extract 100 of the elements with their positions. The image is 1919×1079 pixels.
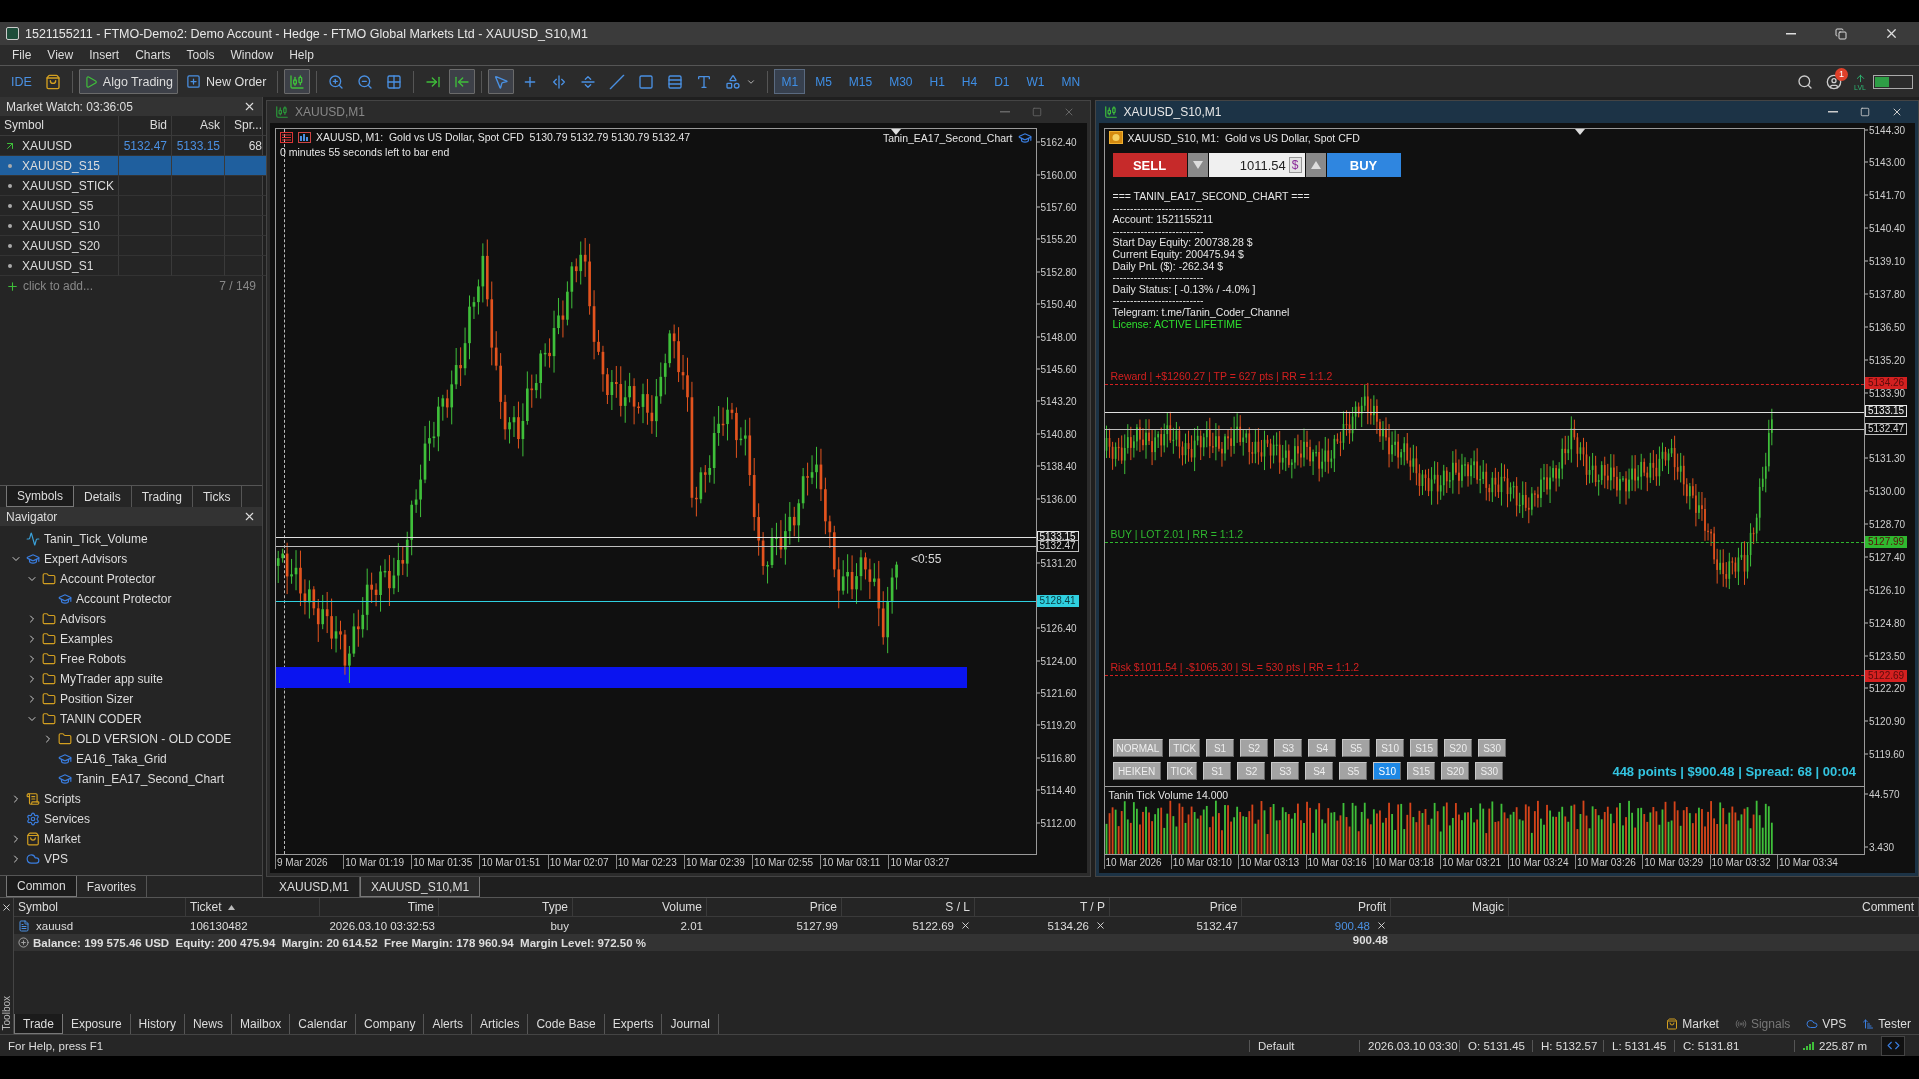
- timeframe-button[interactable]: M5: [808, 69, 839, 94]
- column-header[interactable]: Price: [1110, 898, 1242, 917]
- symbol-cell[interactable]: XAUUSD_S10: [0, 216, 120, 236]
- menu-item[interactable]: View: [39, 48, 82, 62]
- buy-button[interactable]: BUY: [1326, 153, 1401, 177]
- table-cell-text: 5132.47: [1195, 918, 1239, 934]
- time-axis-label: 10 Mar 03:29: [1642, 855, 1710, 869]
- column-header[interactable]: Ticket: [186, 898, 320, 917]
- time-axis-label: 10 Mar 01:51: [479, 855, 548, 869]
- timeframe-button[interactable]: H4: [954, 69, 985, 94]
- column-header[interactable]: Ask: [172, 116, 226, 136]
- time-axis-label: 10 Mar 2026: [1103, 855, 1171, 869]
- time-axis-label: 10 Mar 03:18: [1372, 855, 1441, 869]
- tree-item[interactable]: TANIN CODER: [60, 712, 142, 726]
- status-text: H: 5132.57: [1532, 1039, 1604, 1052]
- menu-item[interactable]: Insert: [81, 48, 128, 62]
- menu-item[interactable]: Help: [281, 48, 322, 62]
- price-axis-label: 5137.80: [1865, 288, 1906, 300]
- timeframe-button[interactable]: M15: [841, 69, 880, 94]
- tree-item[interactable]: Free Robots: [60, 652, 127, 666]
- menu-item[interactable]: Charts: [127, 48, 179, 62]
- price-axis-label: 5136.00: [1036, 493, 1077, 505]
- column-header[interactable]: Bid: [119, 116, 173, 136]
- chart-info: XAUUSD, M1: Gold vs US Dollar, Spot CFD 5130.79 5132.79 5130.79 5132.47: [316, 131, 691, 143]
- column-header[interactable]: Volume: [573, 898, 707, 917]
- timeframe-button[interactable]: H1: [922, 69, 952, 94]
- column-header[interactable]: Type: [439, 898, 573, 917]
- price-tag: 5132.47: [1036, 540, 1079, 553]
- tree-item[interactable]: Tanin_EA17_Second_Chart: [76, 772, 225, 786]
- lot-input[interactable]: 1011.54: [1225, 157, 1286, 173]
- toolbox-tab[interactable]: Trade: [14, 1014, 63, 1034]
- dashboard-text: === TANIN_EA17_SECOND_CHART ===: [1112, 191, 1310, 203]
- tree-item[interactable]: Services: [44, 812, 90, 826]
- tree-item[interactable]: Scripts: [44, 792, 81, 806]
- column-header[interactable]: Profit: [1242, 898, 1391, 917]
- algo-trading-button[interactable]: Algo Trading: [78, 69, 179, 94]
- symbol-cell[interactable]: XAUUSD_S15: [0, 156, 120, 176]
- price-tag: 5132.47: [1865, 422, 1908, 435]
- timeframe-button[interactable]: D1: [987, 69, 1017, 94]
- timeframe-button[interactable]: S10: [1373, 762, 1402, 780]
- tree-item[interactable]: MyTrader app suite: [60, 672, 163, 686]
- tree-item[interactable]: Examples: [60, 632, 113, 646]
- price-axis-label: 5127.40: [1865, 551, 1906, 563]
- column-header[interactable]: Magic: [1391, 898, 1509, 917]
- toolbox-link[interactable]: Tester: [1854, 1014, 1919, 1034]
- column-header[interactable]: Time: [320, 898, 439, 917]
- price-axis-label: 5148.00: [1036, 331, 1077, 343]
- column-header[interactable]: T / P: [975, 898, 1110, 917]
- panel-tab[interactable]: Symbols: [6, 486, 74, 507]
- indicator-axis-label: 3.430: [1865, 841, 1895, 853]
- column-header[interactable]: Price: [707, 898, 842, 917]
- new-order-button[interactable]: New Order: [181, 69, 272, 94]
- tree-item[interactable]: Expert Advisors: [44, 552, 128, 566]
- price-axis-label: 5112.00: [1036, 817, 1076, 829]
- toolbox-label: Toolbox: [1, 995, 12, 1030]
- tree-item[interactable]: Advisors: [60, 612, 106, 626]
- sell-button[interactable]: SELL: [1112, 153, 1187, 177]
- add-symbol-field[interactable]: click to add...: [6, 279, 94, 293]
- currency-label: $: [1288, 157, 1302, 173]
- tree-item[interactable]: Account Protector: [76, 592, 172, 606]
- balance-summary: Balance: 199 575.46 USD Equity: 200 475.94 Margin: 20 614.52 Free Margin: 178 960.94 Margin Level: 972.50 %: [14, 934, 1267, 951]
- panel-tab[interactable]: Common: [6, 876, 77, 897]
- timeframe-button[interactable]: M30: [882, 69, 920, 94]
- toolbox-link[interactable]: VPS: [1798, 1014, 1855, 1034]
- column-header[interactable]: Symbol: [14, 898, 186, 917]
- symbol-cell[interactable]: XAUUSD_STICK: [0, 176, 120, 196]
- time-axis-label: 10 Mar 02:39: [683, 855, 753, 869]
- dashed-rule: --------------------------: [1112, 225, 1204, 238]
- trade-status: 448 points | $900.48 | Spread: 68 | 00:04: [1612, 764, 1856, 779]
- menu-item[interactable]: File: [4, 48, 40, 62]
- account-button[interactable]: 1: [1821, 69, 1848, 94]
- ide-button[interactable]: IDE: [6, 69, 37, 94]
- timeframe-button[interactable]: MN: [1054, 69, 1088, 94]
- tree-item[interactable]: EA16_Taka_Grid: [76, 752, 167, 766]
- tree-item[interactable]: Account Protector: [60, 572, 156, 586]
- column-header[interactable]: Symbol: [0, 116, 120, 136]
- price-axis-label: 5116.80: [1036, 752, 1076, 764]
- tree-item[interactable]: VPS: [44, 852, 68, 866]
- tree-item[interactable]: Tanin_Tick_Volume: [44, 532, 148, 546]
- price-axis-label: 5144.30: [1865, 124, 1906, 135]
- symbol-cell[interactable]: XAUUSD_S20: [0, 236, 120, 256]
- symbol-cell[interactable]: XAUUSD_S5: [0, 196, 120, 216]
- price-axis-label: 5162.40: [1036, 136, 1077, 148]
- total-profit: 900.48: [1351, 934, 1389, 948]
- chart-tab[interactable]: XAUUSD_S10,M1: [360, 877, 481, 897]
- toolbox-link[interactable]: Market: [1658, 1014, 1727, 1034]
- column-header[interactable]: S / L: [842, 898, 975, 917]
- column-header[interactable]: Comment: [1509, 898, 1919, 917]
- timeframe-button[interactable]: W1: [1019, 69, 1052, 94]
- table-cell: xauusd: [14, 917, 186, 934]
- price-tag: 5127.99: [1865, 535, 1908, 548]
- symbol-cell[interactable]: XAUUSD_S1: [0, 256, 120, 276]
- tree-item[interactable]: OLD VERSION - OLD CODE: [76, 732, 232, 746]
- tree-item[interactable]: Market: [44, 832, 81, 846]
- status-text: 2026.03.10 03:30: [1359, 1039, 1460, 1052]
- table-cell-text: 2.01: [679, 918, 704, 934]
- menu-item[interactable]: Window: [222, 48, 282, 62]
- lot-field[interactable]: 1011.54 $: [1208, 153, 1305, 177]
- menu-item[interactable]: Tools: [178, 48, 223, 62]
- tree-item[interactable]: Position Sizer: [60, 692, 134, 706]
